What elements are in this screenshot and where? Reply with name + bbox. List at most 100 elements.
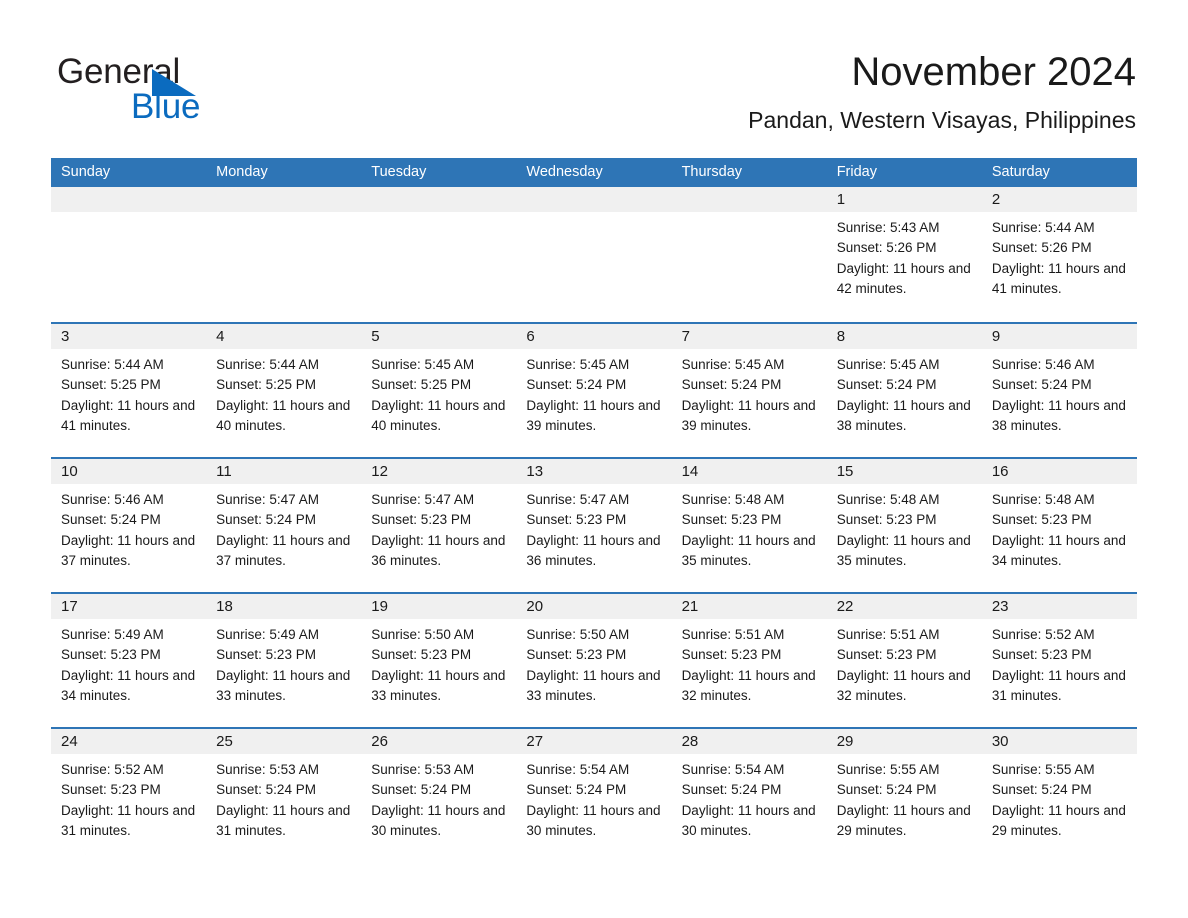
calendar-day-cell[interactable]: 13 Sunrise: 5:47 AM Sunset: 5:23 PM Dayligh…	[516, 457, 672, 592]
calendar-day-cell[interactable]: 17 Sunrise: 5:49 AM Sunset: 5:23 PM Dayligh…	[51, 592, 207, 727]
daylight-text: Daylight: 11 hours and 32 minutes.	[836, 667, 971, 703]
day-details: Sunrise: 5:48 AM Sunset: 5:23 PM Daylight:…	[827, 484, 982, 571]
calendar-day-cell[interactable]: 22 Sunrise: 5:51 AM Sunset: 5:23 PM Dayligh…	[826, 592, 982, 727]
day-details: Sunrise: 5:44 AM Sunset: 5:25 PM Daylight:…	[206, 349, 361, 436]
day-details: Sunrise: 5:45 AM Sunset: 5:25 PM Daylight:…	[361, 349, 516, 436]
sunrise-text: Sunrise: 5:50 AM	[371, 627, 475, 642]
daylight-text: Daylight: 11 hours and 33 minutes.	[216, 667, 351, 703]
daylight-text: Daylight: 11 hours and 29 minutes.	[836, 802, 971, 838]
calendar-day-cell[interactable]: 23 Sunrise: 5:52 AM Sunset: 5:23 PM Dayligh…	[981, 592, 1137, 727]
calendar-day-cell[interactable]: 11 Sunrise: 5:47 AM Sunset: 5:24 PM Dayligh…	[206, 457, 362, 592]
day-details: Sunrise: 5:48 AM Sunset: 5:23 PM Daylight:…	[982, 484, 1137, 571]
calendar-day-cell[interactable]: 12 Sunrise: 5:47 AM Sunset: 5:23 PM Dayligh…	[361, 457, 517, 592]
calendar-week-row: 1 Sunrise: 5:43 AM Sunset: 5:26 PM Daylight…	[51, 187, 1137, 322]
sunset-text: Sunset: 5:23 PM	[61, 647, 161, 663]
day-number-band: 4	[206, 324, 362, 349]
sunset-text: Sunset: 5:23 PM	[991, 647, 1092, 663]
day-details: Sunrise: 5:54 AM Sunset: 5:24 PM Daylight:…	[672, 754, 827, 841]
day-number: 27	[526, 733, 544, 750]
day-details: Sunrise: 5:53 AM Sunset: 5:24 PM Daylight:…	[206, 754, 361, 841]
sunrise-text: Sunrise: 5:47 AM	[371, 492, 475, 507]
sunrise-text: Sunrise: 5:48 AM	[991, 492, 1095, 507]
day-details: Sunrise: 5:48 AM Sunset: 5:23 PM Daylight:…	[672, 484, 827, 571]
calendar-day-cell[interactable]: 9 Sunrise: 5:46 AM Sunset: 5:24 PM Daylight…	[981, 322, 1137, 457]
sunrise-text: Sunrise: 5:53 AM	[216, 762, 319, 777]
calendar-day-cell[interactable]: 1 Sunrise: 5:43 AM Sunset: 5:26 PM Daylight…	[826, 187, 982, 322]
sunset-text: Sunset: 5:23 PM	[371, 512, 472, 528]
weekday-header-thursday: Thursday	[681, 164, 743, 180]
day-number-band	[206, 187, 362, 212]
daylight-text: Daylight: 11 hours and 30 minutes.	[526, 802, 661, 838]
day-number-band: 14	[671, 459, 827, 484]
sunset-text: Sunset: 5:23 PM	[216, 647, 316, 663]
calendar-day-cell[interactable]: 28 Sunrise: 5:54 AM Sunset: 5:24 PM Dayligh…	[671, 727, 827, 862]
day-details: Sunrise: 5:45 AM Sunset: 5:24 PM Daylight:…	[516, 349, 671, 436]
day-number-band	[361, 187, 517, 212]
day-number: 23	[991, 598, 1009, 615]
calendar-day-cell[interactable]: 30 Sunrise: 5:55 AM Sunset: 5:24 PM Dayligh…	[981, 727, 1137, 862]
sunrise-text: Sunrise: 5:51 AM	[681, 627, 785, 642]
daylight-text: Daylight: 11 hours and 37 minutes.	[216, 532, 351, 568]
calendar-day-cell[interactable]: 14 Sunrise: 5:48 AM Sunset: 5:23 PM Dayligh…	[671, 457, 827, 592]
calendar-day-cell[interactable]: 19 Sunrise: 5:50 AM Sunset: 5:23 PM Dayligh…	[361, 592, 517, 727]
sunrise-text: Sunrise: 5:43 AM	[836, 220, 940, 235]
calendar-day-cell[interactable]: 3 Sunrise: 5:44 AM Sunset: 5:25 PM Daylight…	[51, 322, 207, 457]
calendar-day-cell[interactable]: 18 Sunrise: 5:49 AM Sunset: 5:23 PM Dayligh…	[206, 592, 362, 727]
calendar-day-cell[interactable]: 21 Sunrise: 5:51 AM Sunset: 5:23 PM Dayligh…	[671, 592, 827, 727]
sunrise-text: Sunrise: 5:49 AM	[216, 627, 319, 642]
day-number-band: 23	[981, 594, 1137, 619]
title-block: November 2024 Pandan, Western Visayas, P…	[748, 48, 1136, 134]
sunrise-text: Sunrise: 5:44 AM	[61, 357, 164, 372]
calendar-day-cell[interactable]: 5 Sunrise: 5:45 AM Sunset: 5:25 PM Daylight…	[361, 322, 517, 457]
calendar-day-cell[interactable]: 26 Sunrise: 5:53 AM Sunset: 5:24 PM Dayligh…	[361, 727, 517, 862]
calendar-day-cell[interactable]: 16 Sunrise: 5:48 AM Sunset: 5:23 PM Dayligh…	[981, 457, 1137, 592]
day-number: 17	[61, 598, 78, 615]
day-details: Sunrise: 5:54 AM Sunset: 5:24 PM Daylight:…	[516, 754, 671, 841]
day-number: 10	[61, 463, 78, 480]
calendar-day-cell[interactable]: 15 Sunrise: 5:48 AM Sunset: 5:23 PM Dayligh…	[826, 457, 982, 592]
sunrise-text: Sunrise: 5:45 AM	[681, 357, 785, 372]
day-number-band	[51, 187, 207, 212]
day-number: 30	[991, 733, 1009, 750]
calendar-day-cell[interactable]: 24 Sunrise: 5:52 AM Sunset: 5:23 PM Dayligh…	[51, 727, 207, 862]
day-number: 25	[216, 733, 233, 750]
sunrise-text: Sunrise: 5:47 AM	[526, 492, 630, 507]
calendar-day-cell[interactable]: 6 Sunrise: 5:45 AM Sunset: 5:24 PM Daylight…	[516, 322, 672, 457]
day-details: Sunrise: 5:47 AM Sunset: 5:23 PM Daylight:…	[516, 484, 671, 571]
sunrise-text: Sunrise: 5:55 AM	[991, 762, 1095, 777]
calendar-day-cell[interactable]: 2 Sunrise: 5:44 AM Sunset: 5:26 PM Daylight…	[981, 187, 1137, 322]
sunset-text: Sunset: 5:26 PM	[991, 240, 1092, 256]
day-details: Sunrise: 5:44 AM Sunset: 5:26 PM Daylight:…	[982, 212, 1137, 299]
day-number: 13	[526, 463, 544, 480]
day-number: 8	[836, 328, 846, 345]
calendar-day-cell[interactable]: 20 Sunrise: 5:50 AM Sunset: 5:23 PM Dayligh…	[516, 592, 672, 727]
day-number-band: 20	[516, 594, 672, 619]
calendar-day-cell[interactable]: 10 Sunrise: 5:46 AM Sunset: 5:24 PM Dayligh…	[51, 457, 207, 592]
sunset-text: Sunset: 5:24 PM	[526, 782, 627, 798]
day-number-band: 5	[361, 324, 517, 349]
day-number: 29	[836, 733, 854, 750]
calendar-day-cell[interactable]: 27 Sunrise: 5:54 AM Sunset: 5:24 PM Dayligh…	[516, 727, 672, 862]
calendar-day-cell[interactable]: 8 Sunrise: 5:45 AM Sunset: 5:24 PM Daylight…	[826, 322, 982, 457]
calendar-day-cell[interactable]: 7 Sunrise: 5:45 AM Sunset: 5:24 PM Daylight…	[671, 322, 827, 457]
weekday-header-friday: Friday	[836, 164, 877, 180]
sunrise-text: Sunrise: 5:45 AM	[836, 357, 940, 372]
day-number: 2	[991, 191, 1001, 208]
day-number: 24	[61, 733, 78, 750]
daylight-text: Daylight: 11 hours and 31 minutes.	[216, 802, 351, 838]
general-blue-logo[interactable]: General Blue	[57, 52, 397, 126]
daylight-text: Daylight: 11 hours and 30 minutes.	[371, 802, 506, 838]
sunrise-text: Sunrise: 5:45 AM	[526, 357, 630, 372]
daylight-text: Daylight: 11 hours and 35 minutes.	[836, 532, 971, 568]
calendar-day-cell[interactable]: 29 Sunrise: 5:55 AM Sunset: 5:24 PM Dayligh…	[826, 727, 982, 862]
sunrise-text: Sunrise: 5:53 AM	[371, 762, 475, 777]
calendar-day-cell[interactable]: 25 Sunrise: 5:53 AM Sunset: 5:24 PM Dayligh…	[206, 727, 362, 862]
day-number: 26	[371, 733, 388, 750]
day-number-band: 3	[51, 324, 207, 349]
calendar-day-cell-empty	[361, 187, 517, 322]
day-details: Sunrise: 5:52 AM Sunset: 5:23 PM Daylight:…	[51, 754, 206, 841]
sunset-text: Sunset: 5:24 PM	[991, 377, 1092, 393]
calendar-day-cell[interactable]: 4 Sunrise: 5:44 AM Sunset: 5:25 PM Daylight…	[206, 322, 362, 457]
daylight-text: Daylight: 11 hours and 34 minutes.	[61, 667, 196, 703]
daylight-text: Daylight: 11 hours and 40 minutes.	[216, 397, 351, 433]
